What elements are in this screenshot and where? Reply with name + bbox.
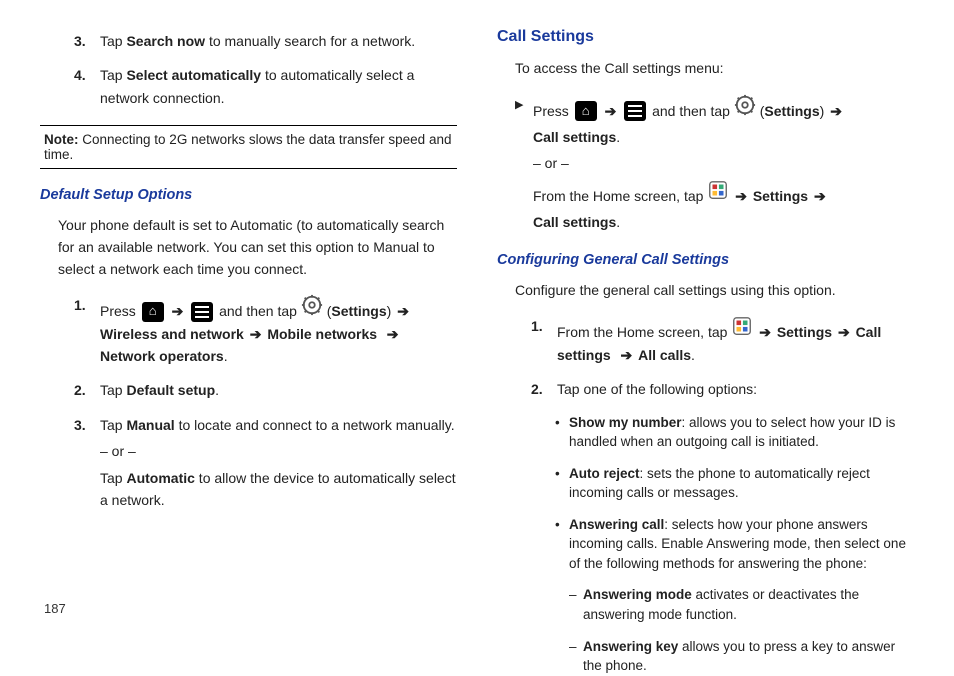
- step-3: 3. Tap Search now to manually search for…: [74, 30, 457, 52]
- step-text: Press ⌂ ➔ and then tap (Settings) ➔ Wire…: [100, 294, 457, 367]
- triangle-bullet: ▶ Press ⌂ ➔ and then tap (Settings) ➔ Ca…: [515, 94, 914, 234]
- step-text: Tap Search now to manually search for a …: [100, 30, 457, 52]
- gear-icon: [734, 103, 760, 119]
- bullet-auto-reject: • Auto reject: sets the phone to automat…: [555, 464, 914, 503]
- apps-icon: [731, 324, 757, 340]
- dstep-3: 3. Tap Manual to locate and connect to a…: [74, 414, 457, 512]
- home-icon: ⌂: [575, 101, 597, 121]
- step-number: 3.: [74, 30, 100, 52]
- bullet-answering-call: • Answering call: selects how your phone…: [555, 515, 914, 574]
- arrow-icon: ➔: [172, 303, 184, 319]
- step-number: 3.: [74, 414, 100, 512]
- cstep-2: 2. Tap one of the following options:: [531, 378, 914, 400]
- gear-icon: [301, 303, 327, 319]
- menu-icon: [624, 101, 646, 121]
- dstep-2: 2. Tap Default setup.: [74, 379, 457, 401]
- step-number: 2.: [74, 379, 100, 401]
- heading-configuring: Configuring General Call Settings: [497, 252, 914, 268]
- bullet-dot: •: [555, 515, 569, 574]
- paragraph: Configure the general call settings usin…: [515, 280, 914, 302]
- arrow-icon: ➔: [397, 303, 409, 319]
- step-text: Tap Manual to locate and connect to a ne…: [100, 414, 457, 512]
- cstep-1: 1. From the Home screen, tap ➔ Settings …: [531, 315, 914, 366]
- heading-call-settings: Call Settings: [497, 28, 914, 46]
- apps-icon: [707, 188, 733, 204]
- arrow-icon: ➔: [838, 324, 850, 340]
- page-number: 187: [44, 601, 66, 616]
- dash-icon: –: [569, 637, 583, 676]
- arrow-icon: ➔: [605, 103, 617, 119]
- step-text: Tap Default setup.: [100, 379, 457, 401]
- triangle-icon: ▶: [515, 94, 533, 234]
- or-separator: – or –: [533, 152, 914, 174]
- arrow-icon: ➔: [830, 103, 842, 119]
- arrow-icon: ➔: [759, 324, 771, 340]
- left-column: 3. Tap Search now to manually search for…: [40, 28, 457, 616]
- or-separator: – or –: [100, 440, 457, 462]
- arrow-icon: ➔: [814, 188, 826, 204]
- step-number: 4.: [74, 64, 100, 109]
- bullet-show-my-number: • Show my number: allows you to select h…: [555, 413, 914, 452]
- step-text: Tap one of the following options:: [557, 378, 914, 400]
- arrow-icon: ➔: [250, 326, 262, 342]
- home-icon: ⌂: [142, 302, 164, 322]
- note-label: Note:: [44, 132, 79, 147]
- step-number: 2.: [531, 378, 557, 400]
- dash-answering-mode: – Answering mode activates or deactivate…: [569, 585, 914, 624]
- arrow-icon: ➔: [387, 326, 399, 342]
- paragraph: Your phone default is set to Automatic (…: [58, 215, 457, 280]
- note-box: Note: Connecting to 2G networks slows th…: [40, 125, 457, 169]
- step-number: 1.: [531, 315, 557, 366]
- step-4: 4. Tap Select automatically to automatic…: [74, 64, 457, 109]
- dash-answering-key: – Answering key allows you to press a ke…: [569, 637, 914, 676]
- bullet-dot: •: [555, 464, 569, 503]
- heading-default-setup: Default Setup Options: [40, 187, 457, 203]
- arrow-icon: ➔: [735, 188, 747, 204]
- menu-icon: [191, 302, 213, 322]
- arrow-icon: ➔: [620, 347, 632, 363]
- bullet-body: Press ⌂ ➔ and then tap (Settings) ➔ Call…: [533, 94, 914, 234]
- dstep-1: 1. Press ⌂ ➔ and then tap (Settings) ➔ W…: [74, 294, 457, 367]
- dash-icon: –: [569, 585, 583, 624]
- bullet-dot: •: [555, 413, 569, 452]
- right-column: Call Settings To access the Call setting…: [497, 28, 914, 616]
- step-number: 1.: [74, 294, 100, 367]
- note-text: Connecting to 2G networks slows the data…: [44, 132, 451, 162]
- step-text: From the Home screen, tap ➔ Settings ➔ C…: [557, 315, 914, 366]
- paragraph: To access the Call settings menu:: [515, 58, 914, 80]
- step-text: Tap Select automatically to automaticall…: [100, 64, 457, 109]
